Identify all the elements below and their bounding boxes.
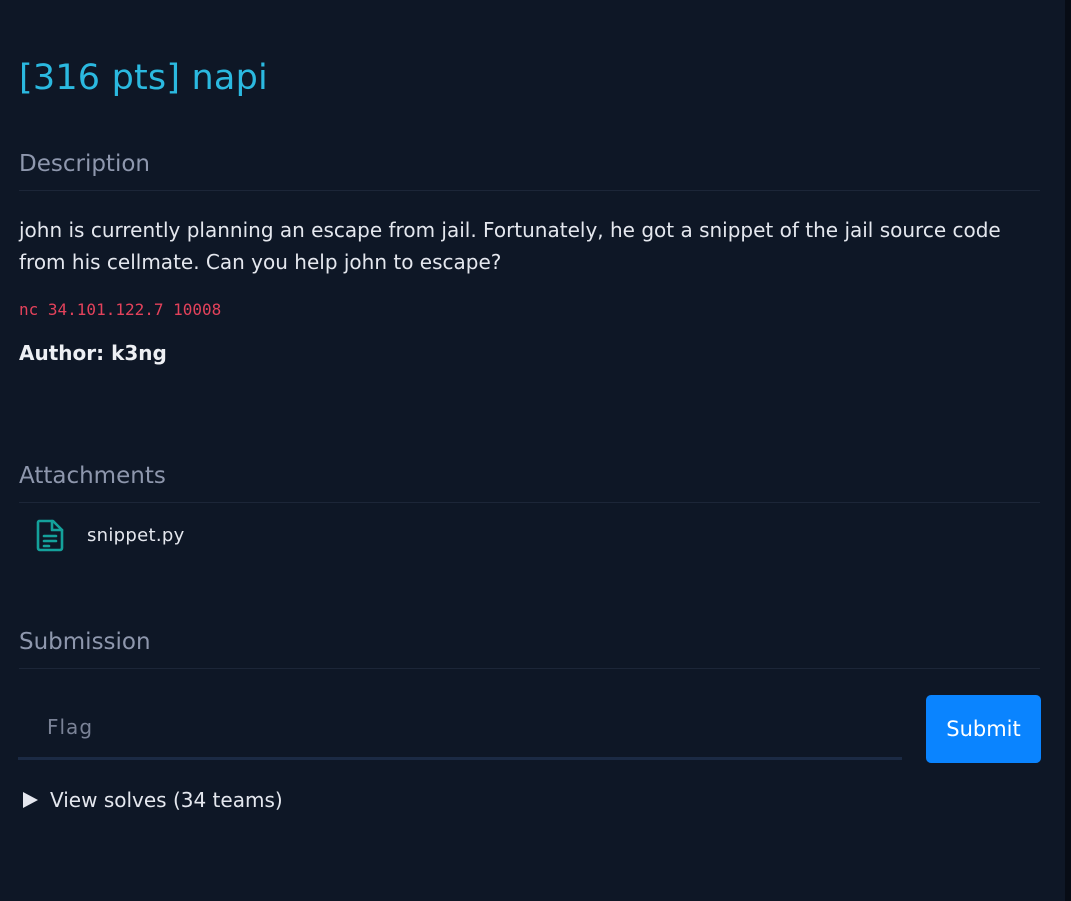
challenge-title: [316 pts] napi	[19, 58, 268, 98]
window-edge	[1065, 0, 1071, 901]
triangle-right-icon	[23, 792, 38, 808]
file-text-icon	[36, 519, 64, 552]
attachment-name: snippet.py	[87, 524, 185, 546]
submission-heading: Submission	[19, 628, 1040, 669]
view-solves-toggle[interactable]: View solves (34 teams)	[19, 788, 283, 812]
attachments-heading: Attachments	[19, 462, 1040, 503]
author-line: Author: k3ng	[19, 341, 167, 365]
connection-command: nc 34.101.122.7 10008	[19, 300, 222, 319]
attachment-link[interactable]: snippet.py	[35, 518, 185, 552]
challenge-page: [316 pts] napi Description john is curre…	[0, 0, 1065, 901]
flag-input[interactable]	[18, 696, 902, 760]
view-solves-label: View solves (34 teams)	[50, 788, 283, 812]
description-heading: Description	[19, 150, 1040, 191]
description-text: john is currently planning an escape fro…	[19, 218, 1001, 274]
submit-button[interactable]: Submit	[926, 695, 1041, 763]
